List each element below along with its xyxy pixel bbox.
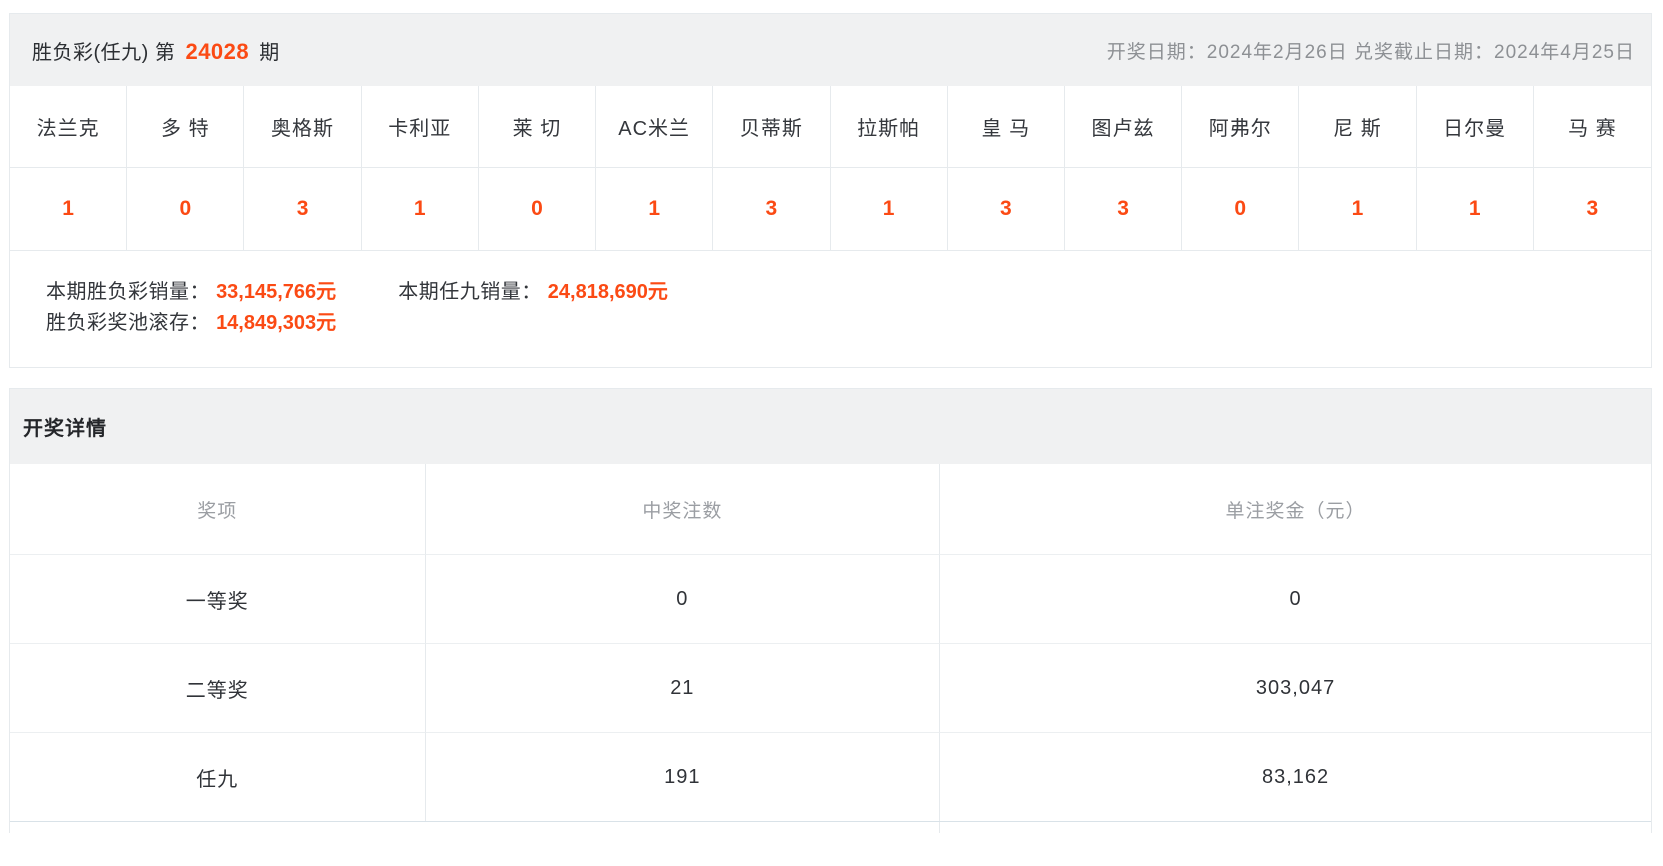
match-result-value: 1 xyxy=(10,168,126,250)
r9-sales-value: 24,818,690元 xyxy=(548,281,668,303)
sales-line-1: 本期胜负彩销量： 33,145,766元 本期任九销量： 24,818,690元 xyxy=(46,277,1651,308)
match-result-value: 3 xyxy=(948,168,1064,250)
pool-rollover-value: 14,849,303元 xyxy=(216,312,336,334)
winner-count-cell: 21 xyxy=(425,643,940,732)
match-table: 法兰克1多 特0奥格斯3卡利亚1莱 切0AC米兰1贝蒂斯3拉斯帕1皇 马3图卢兹… xyxy=(10,86,1651,250)
sfc-sales-value: 33,145,766元 xyxy=(216,281,336,303)
prize-name-cell: 一等奖 xyxy=(10,554,425,643)
team-name: 马 赛 xyxy=(1534,86,1651,168)
sfc-sales-label: 本期胜负彩销量： xyxy=(46,281,210,303)
match-column: 日尔曼1 xyxy=(1417,86,1534,250)
match-result-value: 0 xyxy=(127,168,243,250)
match-column: 皇 马3 xyxy=(948,86,1065,250)
lottery-result-card: 胜负彩(任九) 第 24028 期 开奖日期：2024年2月26日 兑奖截止日期… xyxy=(9,13,1652,368)
match-column: AC米兰1 xyxy=(596,86,713,250)
match-column: 阿弗尔0 xyxy=(1182,86,1299,250)
match-column: 图卢兹3 xyxy=(1065,86,1182,250)
issue-header-bar: 胜负彩(任九) 第 24028 期 开奖日期：2024年2月26日 兑奖截止日期… xyxy=(10,14,1651,86)
match-column: 拉斯帕1 xyxy=(831,86,948,250)
match-result-value: 1 xyxy=(1299,168,1415,250)
match-result-value: 1 xyxy=(362,168,478,250)
team-name: 卡利亚 xyxy=(362,86,478,168)
match-result-value: 3 xyxy=(1065,168,1181,250)
pool-rollover: 胜负彩奖池滚存： 14,849,303元 xyxy=(46,312,336,334)
match-column: 尼 斯1 xyxy=(1299,86,1416,250)
winner-count-cell: 0 xyxy=(425,554,940,643)
match-result-value: 1 xyxy=(596,168,712,250)
match-column: 卡利亚1 xyxy=(362,86,479,250)
prize-amount-cell: 83,162 xyxy=(939,732,1651,821)
r9-sales: 本期任九销量： 24,818,690元 xyxy=(398,281,668,303)
prize-table-row: 二等奖21303,047 xyxy=(10,643,1651,732)
match-column: 多 特0 xyxy=(127,86,244,250)
prize-table: 奖项 中奖注数 单注奖金（元） 一等奖00二等奖21303,047任九19183… xyxy=(10,464,1651,833)
partial-row-left-cell xyxy=(10,822,939,833)
pool-rollover-label: 胜负彩奖池滚存： xyxy=(46,312,210,334)
match-result-value: 0 xyxy=(479,168,595,250)
draw-details-header-bar: 开奖详情 xyxy=(10,389,1651,464)
team-name: 奥格斯 xyxy=(244,86,360,168)
prize-table-row: 任九19183,162 xyxy=(10,732,1651,821)
team-name: 图卢兹 xyxy=(1065,86,1181,168)
prize-amount-cell: 303,047 xyxy=(939,643,1651,732)
issue-title-prefix: 胜负彩(任九) 第 xyxy=(32,42,175,64)
team-name: 贝蒂斯 xyxy=(713,86,829,168)
match-result-value: 3 xyxy=(713,168,829,250)
prize-name-cell: 二等奖 xyxy=(10,643,425,732)
match-result-value: 1 xyxy=(1417,168,1533,250)
match-column: 法兰克1 xyxy=(10,86,127,250)
sales-line-2: 胜负彩奖池滚存： 14,849,303元 xyxy=(46,308,1651,339)
r9-sales-label: 本期任九销量： xyxy=(398,281,542,303)
issue-title-suffix: 期 xyxy=(259,42,280,64)
match-column: 贝蒂斯3 xyxy=(713,86,830,250)
draw-dates-text: 开奖日期：2024年2月26日 兑奖截止日期：2024年4月25日 xyxy=(1107,37,1635,64)
prize-table-header-row: 奖项 中奖注数 单注奖金（元） xyxy=(10,464,1651,554)
match-result-value: 1 xyxy=(831,168,947,250)
partial-row-right-cell xyxy=(939,822,1651,833)
match-result-value: 3 xyxy=(244,168,360,250)
prize-table-body: 一等奖00二等奖21303,047任九19183,162 xyxy=(10,554,1651,821)
team-name: 多 特 xyxy=(127,86,243,168)
prize-name-cell: 任九 xyxy=(10,732,425,821)
team-name: 拉斯帕 xyxy=(831,86,947,168)
col-header-winner-count: 中奖注数 xyxy=(425,464,940,554)
winner-count-cell: 191 xyxy=(425,732,940,821)
match-column: 奥格斯3 xyxy=(244,86,361,250)
col-header-prize-amount: 单注奖金（元） xyxy=(939,464,1651,554)
team-name: 法兰克 xyxy=(10,86,126,168)
team-name: AC米兰 xyxy=(596,86,712,168)
prize-table-row: 一等奖00 xyxy=(10,554,1651,643)
match-result-value: 3 xyxy=(1534,168,1651,250)
issue-number: 24028 xyxy=(181,39,253,64)
match-column: 马 赛3 xyxy=(1534,86,1651,250)
match-result-value: 0 xyxy=(1182,168,1298,250)
sfc-sales: 本期胜负彩销量： 33,145,766元 xyxy=(46,281,342,303)
draw-details-card: 开奖详情 奖项 中奖注数 单注奖金（元） 一等奖00二等奖21303,047任九… xyxy=(9,388,1652,833)
issue-title: 胜负彩(任九) 第 24028 期 xyxy=(32,36,280,65)
prize-table-partial-row xyxy=(10,821,1651,833)
team-name: 阿弗尔 xyxy=(1182,86,1298,168)
team-name: 莱 切 xyxy=(479,86,595,168)
prize-amount-cell: 0 xyxy=(939,554,1651,643)
team-name: 皇 马 xyxy=(948,86,1064,168)
draw-details-title: 开奖详情 xyxy=(23,412,107,441)
team-name: 尼 斯 xyxy=(1299,86,1415,168)
team-name: 日尔曼 xyxy=(1417,86,1533,168)
match-column: 莱 切0 xyxy=(479,86,596,250)
sales-block: 本期胜负彩销量： 33,145,766元 本期任九销量： 24,818,690元… xyxy=(10,250,1651,367)
col-header-prize: 奖项 xyxy=(10,464,425,554)
